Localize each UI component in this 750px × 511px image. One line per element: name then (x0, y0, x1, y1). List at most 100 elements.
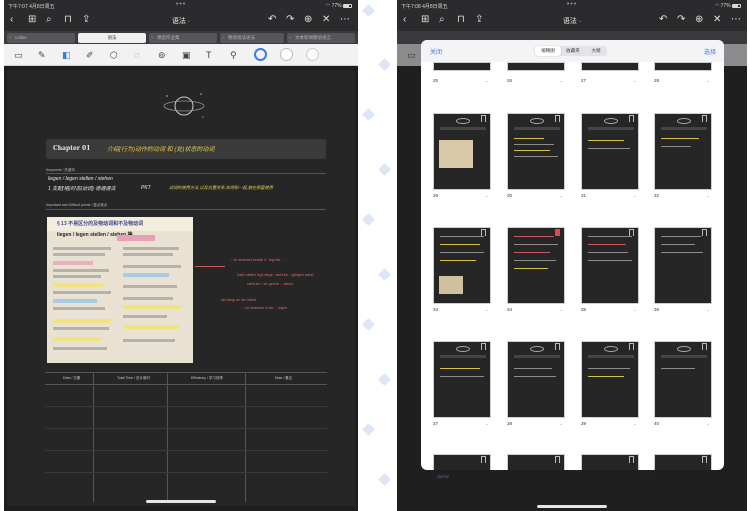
tab-close-icon[interactable]: × (9, 33, 12, 43)
page-thumbnail[interactable] (581, 341, 639, 418)
back-chevron-icon[interactable]: ‹ (403, 15, 406, 25)
page-thumbnail[interactable] (654, 341, 712, 418)
laser-pointer-icon[interactable]: ⚲ (230, 50, 237, 60)
bookmark-icon[interactable]: ⊓ (64, 15, 72, 25)
bookmark-icon[interactable] (702, 343, 707, 350)
tab-grammar[interactable]: 语法 (78, 33, 146, 43)
page-thumbnail[interactable] (581, 227, 639, 304)
highlighter-tool-icon[interactable]: ✐ (86, 50, 94, 60)
bookmark-icon[interactable] (555, 456, 560, 463)
text-tool-icon[interactable]: T (206, 50, 212, 60)
home-indicator[interactable] (146, 500, 216, 503)
more-icon[interactable]: ⋯ (340, 15, 350, 25)
thumb-options-chevron-icon[interactable]: ⌄ (633, 421, 637, 427)
page-thumbnail[interactable] (654, 454, 712, 470)
thumb-options-chevron-icon[interactable]: ⌄ (633, 78, 637, 84)
thumb-options-chevron-icon[interactable]: ⌄ (706, 78, 710, 84)
undo-icon[interactable]: ↶ (659, 15, 667, 25)
page-thumbnail[interactable] (507, 227, 565, 304)
thumb-options-chevron-icon[interactable]: ⌄ (633, 307, 637, 313)
thumb-options-chevron-icon[interactable]: ⌄ (559, 307, 563, 313)
add-page-icon[interactable]: ⊕ (695, 15, 703, 25)
grid-view-icon[interactable]: ⊞ (421, 15, 429, 25)
bookmark-icon[interactable] (702, 115, 707, 122)
bookmark-icon[interactable] (481, 229, 486, 236)
document-title[interactable]: 语法 · (563, 16, 581, 26)
segment-outline[interactable]: 大纲 (585, 46, 607, 56)
bookmark-icon[interactable] (481, 456, 486, 463)
multitask-dots-icon[interactable]: ••• (567, 1, 577, 8)
segment-favorites[interactable]: 收藏夹 (561, 46, 585, 56)
bookmark-icon[interactable] (702, 229, 707, 236)
select-pages-button[interactable]: 选择 (704, 47, 716, 56)
bookmark-icon[interactable] (481, 115, 486, 122)
bookmark-icon[interactable] (629, 456, 634, 463)
close-icon[interactable]: ✕ (322, 15, 330, 25)
page-thumbnail[interactable] (433, 113, 491, 190)
tab-unlike[interactable]: × unlike (7, 33, 75, 43)
thumb-options-chevron-icon[interactable]: ⌄ (485, 307, 489, 313)
grid-view-icon[interactable]: ⊞ (28, 15, 36, 25)
add-page-icon[interactable]: ⊕ (304, 15, 312, 25)
textbook-photo[interactable]: § 13 不易区分的及物动词和不及物动词 liegen / legen stel… (47, 217, 193, 363)
page-thumbnail[interactable] (654, 113, 712, 190)
color-empty-swatch[interactable] (306, 48, 319, 61)
page-thumbnail[interactable] (581, 454, 639, 470)
tab-german-grammar[interactable]: × 德语语法语法 (220, 33, 284, 43)
back-chevron-icon[interactable]: ‹ (10, 15, 13, 25)
home-indicator[interactable] (537, 505, 607, 508)
page-thumbnail[interactable] (507, 341, 565, 418)
bookmark-icon[interactable]: ⊓ (457, 15, 465, 25)
thumb-options-chevron-icon[interactable]: ⌄ (485, 193, 489, 199)
bookmark-icon[interactable] (629, 229, 634, 236)
thumb-options-chevron-icon[interactable]: ⌄ (559, 78, 563, 84)
tab-close-icon[interactable]: × (289, 33, 292, 43)
more-icon[interactable]: ⋯ (731, 15, 741, 25)
page-thumbnail[interactable] (581, 62, 639, 71)
page-thumbnail[interactable] (507, 62, 565, 71)
page-thumbnail[interactable] (433, 227, 491, 304)
thumb-options-chevron-icon[interactable]: ⌄ (633, 193, 637, 199)
multitask-dots-icon[interactable]: ••• (176, 1, 186, 8)
page-thumbnail[interactable] (433, 62, 491, 71)
close-panel-button[interactable]: 关闭 (430, 47, 442, 56)
search-icon[interactable]: ⌕ (439, 15, 445, 25)
thumb-options-chevron-icon[interactable]: ⌄ (559, 421, 563, 427)
page-thumbnail[interactable] (654, 227, 712, 304)
pen-tool-icon[interactable]: ✎ (38, 50, 46, 60)
shape-tool-icon[interactable]: ⬡ (110, 50, 118, 60)
notebook-page[interactable]: Chapter 01 介绍(行为)动作的动词 和 (处)状态的动词 Keywor… (7, 70, 355, 506)
thumb-options-chevron-icon[interactable]: ⌄ (559, 193, 563, 199)
eraser-tool-icon[interactable]: ◧ (62, 50, 71, 60)
tab-close-icon[interactable]: × (222, 33, 225, 43)
thumb-options-chevron-icon[interactable]: ⌄ (706, 307, 710, 313)
document-title[interactable]: 语法 · (172, 16, 190, 26)
thumb-options-chevron-icon[interactable]: ⌄ (706, 421, 710, 427)
search-icon[interactable]: ⌕ (46, 15, 52, 25)
page-thumbnail[interactable] (507, 454, 565, 470)
color-white-swatch[interactable] (280, 48, 293, 61)
lasso-tool-icon[interactable]: ◌ (134, 50, 139, 60)
sticker-tool-icon[interactable]: ⊚ (158, 50, 166, 60)
segment-thumbnails[interactable]: 缩略图 (535, 46, 561, 56)
bookmark-icon[interactable] (629, 115, 634, 122)
bookmark-icon[interactable] (555, 229, 560, 236)
page-thumbnail[interactable] (433, 454, 491, 470)
bookmark-icon[interactable] (481, 343, 486, 350)
undo-icon[interactable]: ↶ (268, 15, 276, 25)
close-icon[interactable]: ✕ (713, 15, 721, 25)
tab-close-icon[interactable]: × (151, 33, 154, 43)
color-blue-swatch[interactable] (254, 48, 267, 61)
image-tool-icon[interactable]: ▣ (182, 50, 191, 60)
thumb-options-chevron-icon[interactable]: ⌄ (706, 193, 710, 199)
page-thumbnail[interactable] (654, 62, 712, 71)
thumb-options-chevron-icon[interactable]: ⌄ (485, 78, 489, 84)
share-icon[interactable]: ⇪ (82, 15, 90, 25)
page-thumbnail[interactable] (581, 113, 639, 190)
thumb-options-chevron-icon[interactable]: ⌄ (485, 421, 489, 427)
bookmark-icon[interactable] (555, 115, 560, 122)
redo-icon[interactable]: ↷ (677, 15, 685, 25)
redo-icon[interactable]: ↷ (286, 15, 294, 25)
share-icon[interactable]: ⇪ (475, 15, 483, 25)
bookmark-icon[interactable] (702, 456, 707, 463)
